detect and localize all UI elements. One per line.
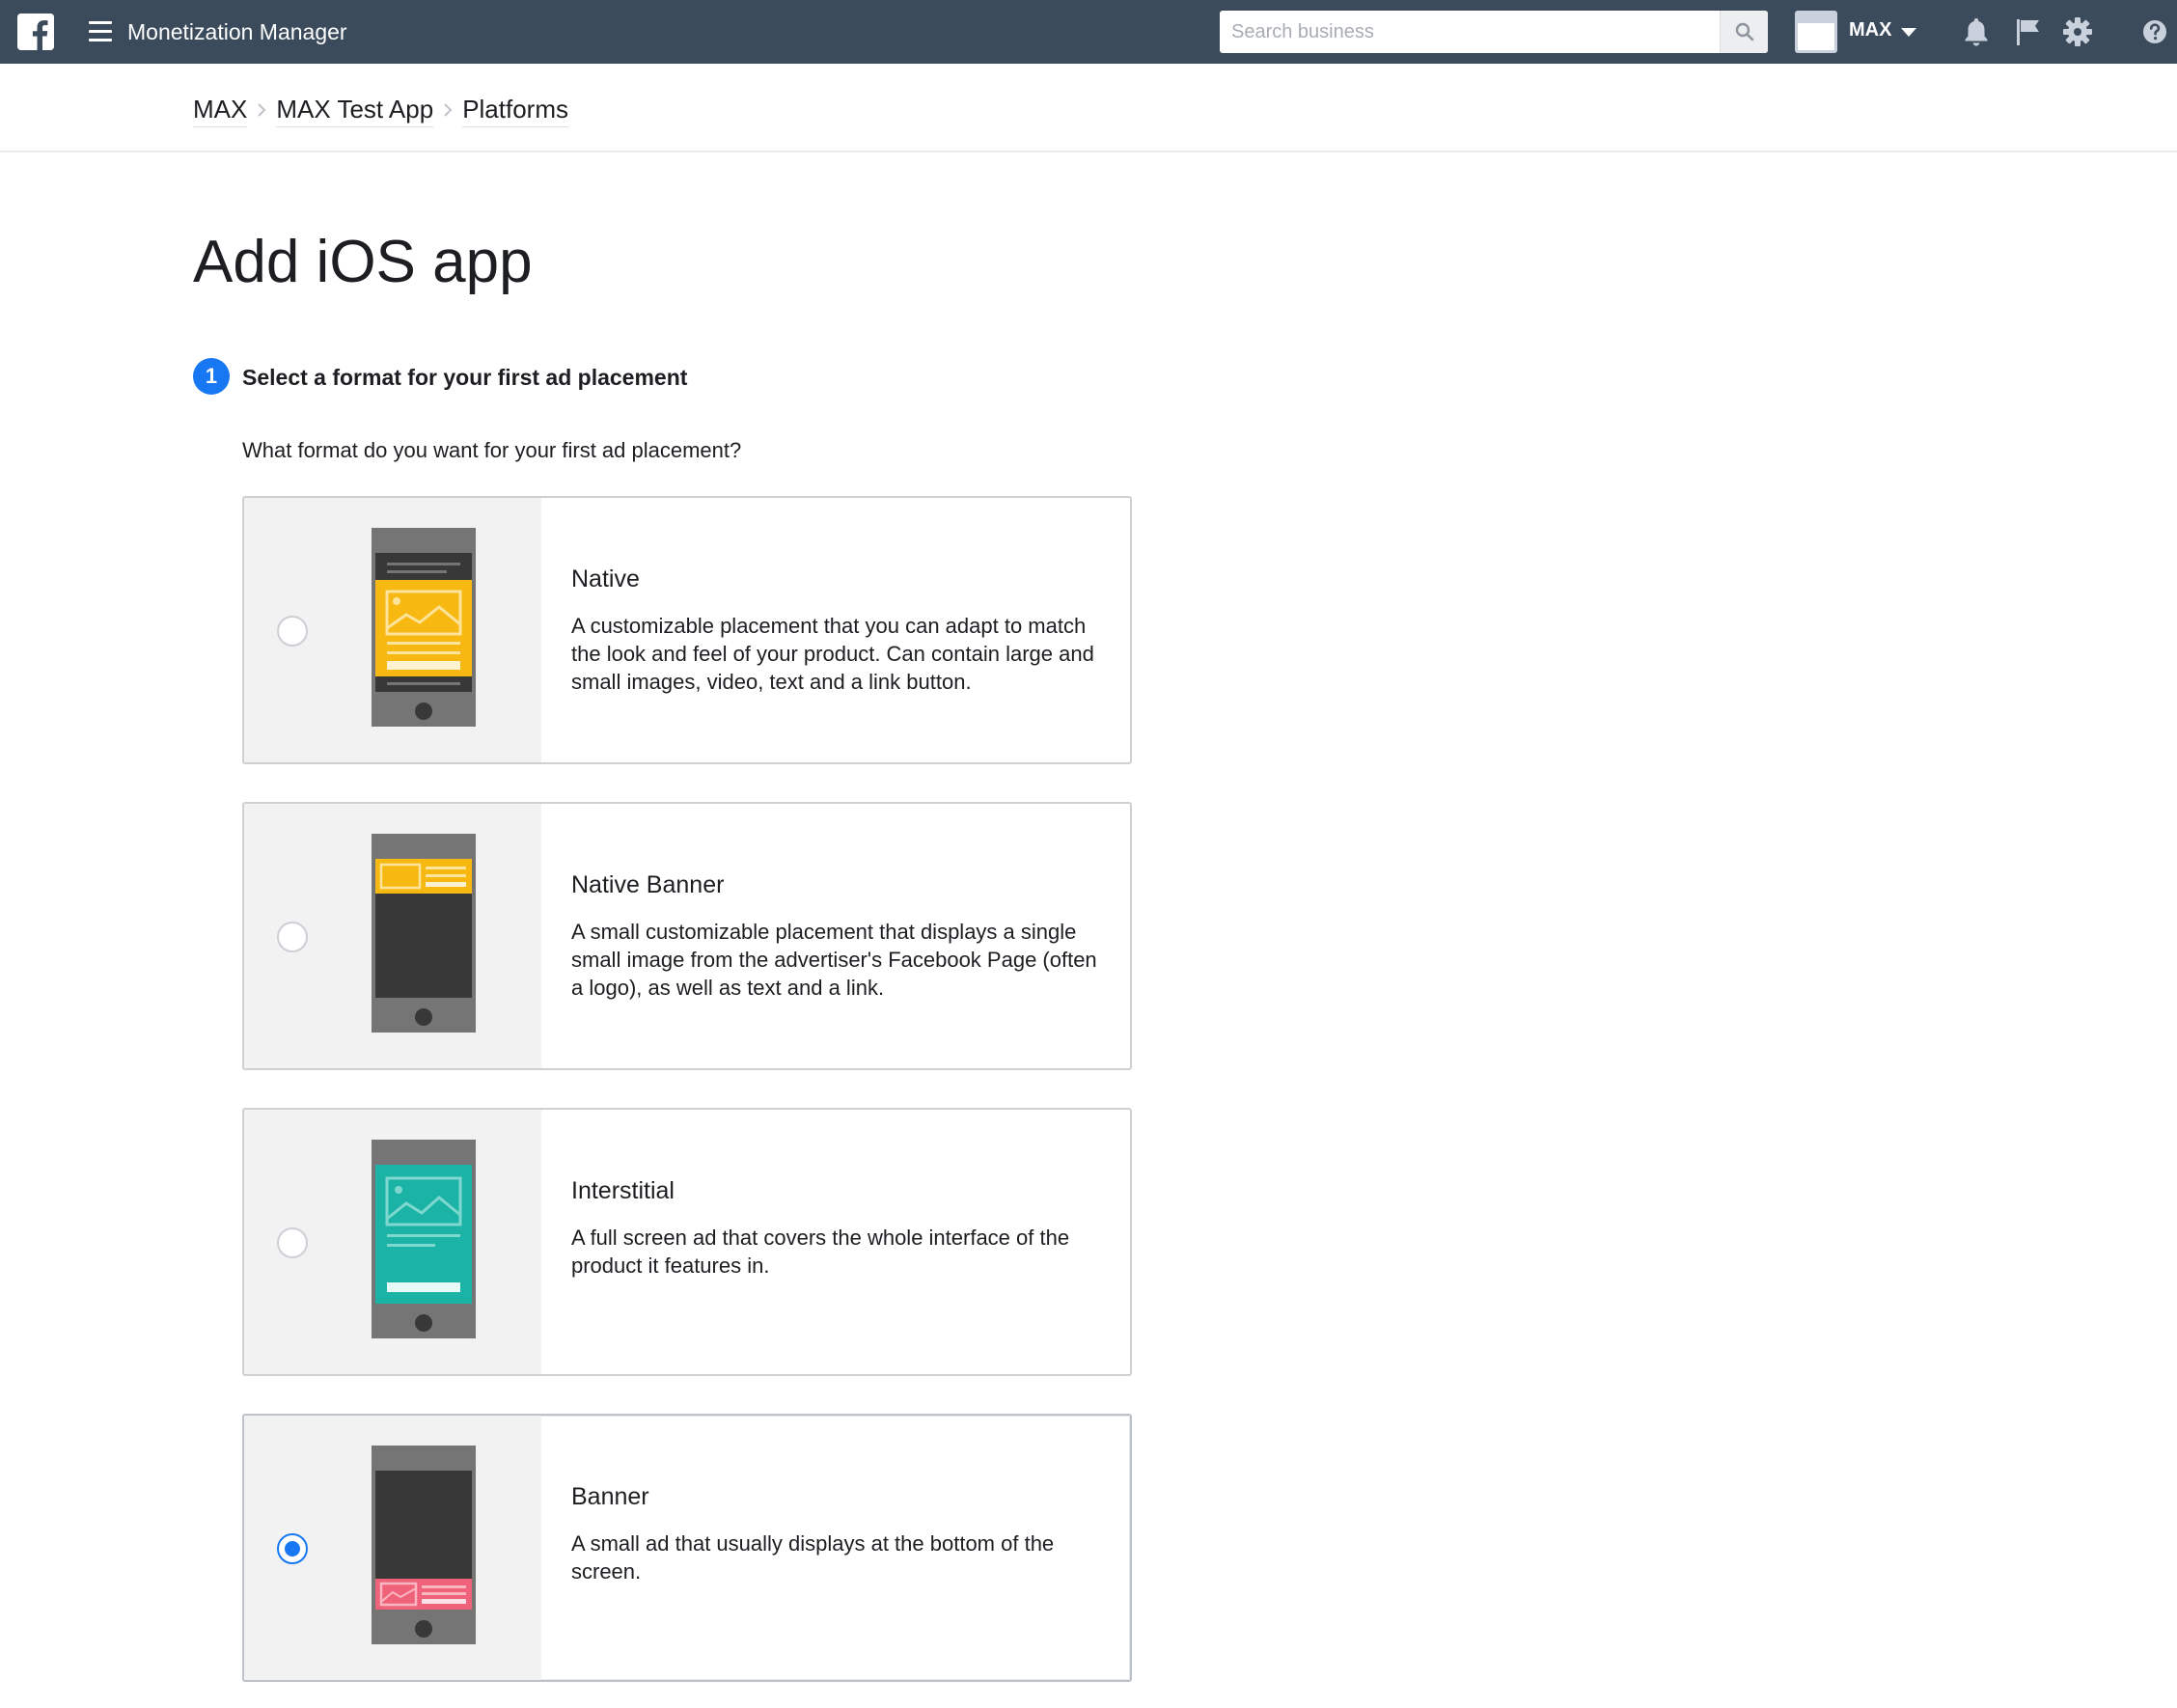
hamburger-menu-icon[interactable] [89,21,112,42]
format-radio-interstitial[interactable] [277,1227,308,1258]
format-illustration-panel [244,804,541,1068]
search-icon [1735,22,1753,41]
facebook-f-icon [17,14,54,50]
format-illustration-panel [244,1110,541,1374]
format-description: A customizable placement that you can ad… [571,614,1094,694]
format-description: A small customizable placement that disp… [571,920,1097,1000]
format-text: Native A customizable placement that you… [571,564,1112,696]
banner-phone-illustration [372,1446,476,1644]
format-text: Native Banner A small customizable place… [571,869,1112,1002]
format-description: A small ad that usually displays at the … [571,1531,1055,1584]
business-search [1220,11,1768,53]
format-text: Interstitial A full screen ad that cover… [571,1175,1112,1280]
breadcrumb: MAX MAX Test App Platforms [193,93,568,127]
format-option-interstitial[interactable]: Interstitial A full screen ad that cover… [242,1108,1132,1376]
chevron-down-icon[interactable] [1901,28,1916,37]
gear-icon[interactable] [2060,14,2095,49]
interstitial-phone-illustration [372,1140,476,1338]
breadcrumb-item-platforms[interactable]: Platforms [462,93,568,127]
top-navigation-bar: Monetization Manager MAX [0,0,2177,64]
native-banner-phone-illustration [372,834,476,1033]
format-radio-native[interactable] [277,616,308,647]
facebook-logo[interactable] [17,14,54,50]
format-radio-banner[interactable] [277,1533,308,1564]
page-title: Add iOS app [193,229,533,295]
format-text: Banner A small ad that usually displays … [571,1481,1112,1585]
bell-icon[interactable] [1959,14,1994,49]
business-avatar[interactable] [1795,11,1837,53]
format-title: Native Banner [571,871,725,898]
breadcrumb-item-max[interactable]: MAX [193,93,248,127]
step-title: Select a format for your first ad placem… [242,365,688,390]
format-title: Banner [571,1483,649,1510]
chevron-right-icon [433,94,462,126]
chevron-right-icon [247,94,276,126]
breadcrumb-bar: MAX MAX Test App Platforms [0,64,2177,152]
native-ad-phone-illustration [372,528,476,727]
format-title: Interstitial [571,1177,675,1204]
format-radio-native-banner[interactable] [277,922,308,952]
help-icon[interactable] [2137,14,2172,49]
format-option-native-banner[interactable]: Native Banner A small customizable place… [242,802,1132,1070]
search-input[interactable] [1220,11,1720,53]
format-question: What format do you want for your first a… [242,438,742,462]
step-number-badge: 1 [193,358,230,395]
search-button[interactable] [1720,11,1768,53]
breadcrumb-item-max-test-app[interactable]: MAX Test App [276,93,434,127]
format-illustration-panel [244,498,541,762]
format-title: Native [571,565,640,592]
format-option-native[interactable]: Native A customizable placement that you… [242,496,1132,764]
business-name[interactable]: MAX [1849,19,1891,41]
format-illustration-panel [244,1416,541,1680]
format-description: A full screen ad that covers the whole i… [571,1226,1070,1278]
flag-icon[interactable] [2010,14,2045,49]
app-title[interactable]: Monetization Manager [127,17,347,46]
format-option-banner[interactable]: Banner A small ad that usually displays … [242,1414,1132,1682]
